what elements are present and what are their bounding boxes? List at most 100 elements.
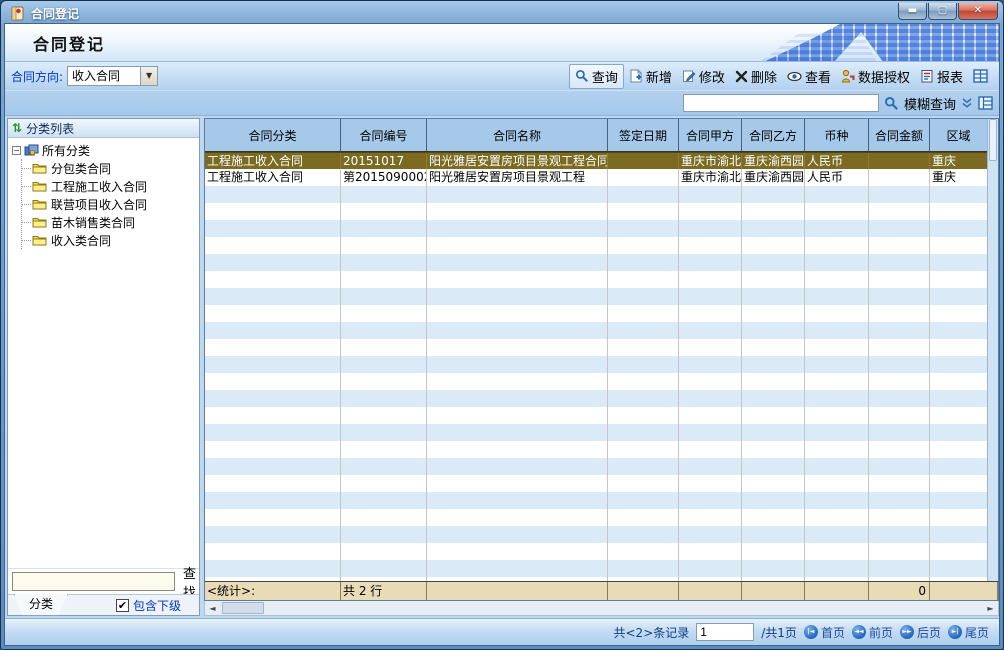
col-header-contract-name[interactable]: 合同名称 <box>427 119 608 151</box>
col-header-party-b[interactable]: 合同乙方 <box>742 119 805 151</box>
prev-page-button[interactable]: ◄◄ 前页 <box>852 624 893 641</box>
horizontal-scrollbar-thumb[interactable] <box>222 602 264 614</box>
maximize-button[interactable]: ▢ <box>928 3 957 20</box>
building-graphic <box>734 24 999 61</box>
fuzzy-search-label[interactable]: 模糊查询 <box>904 94 956 113</box>
table-row-empty <box>205 254 987 271</box>
table-row-empty <box>205 492 987 509</box>
table-row[interactable]: 工程施工收入合同 第2015090002<号 阳光雅居安置房项目景观工程 重庆市… <box>205 169 987 186</box>
add-button[interactable]: 新增 <box>624 65 677 88</box>
view-button[interactable]: 查看 <box>782 65 836 88</box>
app-window: 合同登记 ▬ ▢ ✕ 合同登记 合同方向: 收入合同 ▼ <box>0 0 1004 650</box>
col-header-contract-category[interactable]: 合同分类 <box>205 119 341 151</box>
horizontal-scrollbar[interactable]: ◄ ► <box>204 601 999 616</box>
next-page-label: 后页 <box>917 624 941 641</box>
minimize-button[interactable]: ▬ <box>898 3 927 20</box>
contract-direction-dropdown[interactable]: 收入合同 ▼ <box>67 66 158 86</box>
new-document-icon <box>629 69 643 83</box>
prev-page-icon: ◄◄ <box>852 625 866 639</box>
table-row[interactable]: 工程施工收入合同 20151017 阳光雅居安置房项目景观工程合同 重庆市渝北区… <box>205 152 987 169</box>
table-row-empty <box>205 526 987 543</box>
tree-item-construction-income[interactable]: 工程施工收入合同 <box>22 177 199 195</box>
checkbox-check-icon[interactable]: ✔ <box>116 599 129 612</box>
last-page-button[interactable]: ►| 尾页 <box>948 624 989 641</box>
tab-category[interactable]: 分类 <box>14 594 68 616</box>
tree-item-seedling-sales[interactable]: 苗木销售类合同 <box>22 213 199 231</box>
pagination-bar: 共<2>条记录 /共1页 |◄ 首页 ◄◄ 前页 ►► 后页 ►| 尾页 <box>5 618 999 645</box>
query-button[interactable]: 查询 <box>569 64 624 89</box>
statistics-row: <统计>: 共 2 行 0 <box>204 581 999 601</box>
col-header-sign-date[interactable]: 签定日期 <box>608 119 679 151</box>
next-page-button[interactable]: ►► 后页 <box>900 624 941 641</box>
add-button-label: 新增 <box>646 67 672 86</box>
first-page-button[interactable]: |◄ 首页 <box>804 624 845 641</box>
category-find-input[interactable] <box>12 572 175 591</box>
close-button[interactable]: ✕ <box>958 3 998 20</box>
delete-button[interactable]: 删除 <box>730 65 782 88</box>
table-row-empty <box>205 424 987 441</box>
table-row-empty <box>205 475 987 492</box>
cell-party-b: 重庆渝西园林 <box>742 153 805 169</box>
table-row-empty <box>205 203 987 220</box>
tree-item-income-category[interactable]: 收入类合同 <box>22 231 199 249</box>
search-icon <box>575 69 589 83</box>
tree-item-joint-venture-income[interactable]: 联营项目收入合同 <box>22 195 199 213</box>
table-row-empty <box>205 339 987 356</box>
table-empty-rows <box>205 186 987 581</box>
view-button-label: 查看 <box>805 67 831 86</box>
grid-icon <box>973 69 988 83</box>
tree-item-label: 分包类合同 <box>51 160 111 177</box>
contract-direction-value: 收入合同 <box>68 67 140 85</box>
col-header-region[interactable]: 区域 <box>930 119 987 151</box>
collapse-icon[interactable]: − <box>12 146 21 155</box>
app-icon <box>10 6 26 21</box>
col-header-party-a[interactable]: 合同甲方 <box>679 119 742 151</box>
vertical-scrollbar[interactable] <box>987 119 998 581</box>
search-icon[interactable] <box>884 96 899 111</box>
refresh-icon[interactable]: ⇅ <box>12 121 22 135</box>
folder-icon <box>32 162 47 174</box>
stats-label: <统计>: <box>205 582 341 600</box>
report-button[interactable]: 报表 <box>915 65 968 88</box>
data-auth-button-label: 数据授权 <box>858 67 910 86</box>
grid-view-button[interactable] <box>968 67 993 85</box>
cell-region: 重庆 <box>930 169 987 186</box>
cell-currency: 人民币 <box>805 169 869 186</box>
table-row-empty <box>205 356 987 373</box>
scroll-left-icon[interactable]: ◄ <box>205 602 220 615</box>
data-auth-button[interactable]: 数据授权 <box>836 65 915 88</box>
records-count-label: 共<2>条记录 <box>614 624 690 641</box>
col-header-contract-number[interactable]: 合同编号 <box>341 119 427 151</box>
table-row-empty <box>205 407 987 424</box>
table-row-empty <box>205 186 987 203</box>
scroll-right-icon[interactable]: ► <box>983 602 998 615</box>
layout-grid-icon[interactable] <box>978 96 993 110</box>
cell-contract-category: 工程施工收入合同 <box>205 153 341 169</box>
page-number-input[interactable] <box>696 623 754 641</box>
category-tree: − 所有分类 <box>8 138 199 568</box>
col-header-contract-amount[interactable]: 合同金额 <box>869 119 930 151</box>
col-header-currency[interactable]: 币种 <box>805 119 869 151</box>
table-row-empty <box>205 305 987 322</box>
total-pages-label: /共1页 <box>761 624 797 641</box>
page-header: 合同登记 <box>5 24 999 62</box>
cell-currency: 人民币 <box>805 153 869 169</box>
fuzzy-search-input[interactable] <box>683 94 879 112</box>
tree-root-all-categories[interactable]: − 所有分类 <box>12 141 199 159</box>
folder-icon <box>32 180 47 192</box>
tree-item-label: 收入类合同 <box>51 232 111 249</box>
chevron-double-down-icon[interactable] <box>961 97 973 109</box>
include-sublevel-checkbox[interactable]: ✔ 包含下级 <box>116 597 181 614</box>
edit-button[interactable]: 修改 <box>677 65 730 88</box>
table-row-empty <box>205 220 987 237</box>
chevron-down-icon[interactable]: ▼ <box>140 67 157 85</box>
report-icon <box>920 69 934 83</box>
category-panel-title: 分类列表 <box>26 120 74 137</box>
table-row-empty <box>205 458 987 475</box>
folder-icon <box>32 216 47 228</box>
tree-item-subcontract[interactable]: 分包类合同 <box>22 159 199 177</box>
folder-icon <box>32 198 47 210</box>
table-row-empty <box>205 237 987 254</box>
vertical-scrollbar-thumb[interactable] <box>989 119 997 161</box>
cell-region: 重庆 <box>930 153 987 169</box>
